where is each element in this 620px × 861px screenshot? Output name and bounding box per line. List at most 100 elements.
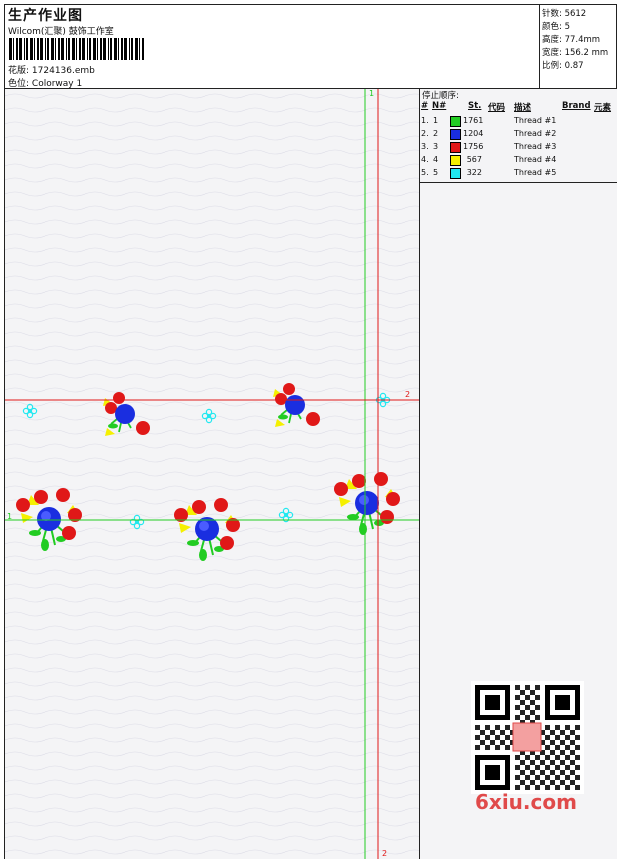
- design-label: 花版:: [8, 66, 30, 76]
- barcode-bar: [45, 38, 46, 60]
- barcode-bar: [37, 38, 39, 60]
- qr-module: [570, 770, 575, 775]
- qr-module: [520, 780, 525, 785]
- guide-label-green-left: 1: [7, 512, 12, 521]
- qr-module: [560, 750, 565, 755]
- qr-module: [550, 750, 555, 755]
- qr-module: [560, 740, 565, 745]
- qr-module: [575, 755, 580, 760]
- qr-module: [525, 755, 530, 760]
- qr-module: [500, 740, 505, 745]
- qr-module: [570, 780, 575, 785]
- qr-module: [565, 775, 570, 780]
- qr-module: [515, 715, 520, 720]
- qr-module: [550, 770, 555, 775]
- qr-code-icon: [471, 681, 584, 794]
- qr-module: [560, 760, 565, 765]
- barcode-bar: [55, 38, 56, 60]
- qr-module: [485, 725, 490, 730]
- qr-module: [515, 765, 520, 770]
- company-name: Wilcom(汇聚) 鼓饰工作室: [8, 27, 114, 37]
- qr-module: [565, 755, 570, 760]
- design-file-line: 花版: 1724136.emb: [8, 63, 95, 76]
- design-canvas: 1 1 2 2: [5, 89, 419, 859]
- qr-module: [505, 725, 510, 730]
- stat-colors: 颜色: 5: [542, 22, 570, 32]
- qr-module: [540, 760, 545, 765]
- barcode-icon: [9, 38, 144, 60]
- col-element: 元素: [594, 103, 612, 113]
- qr-module: [500, 730, 505, 735]
- stop-sequence-title: 停止顺序:: [422, 91, 459, 101]
- qr-module: [515, 685, 520, 690]
- qr-module: [540, 770, 545, 775]
- barcode-bar: [110, 38, 112, 60]
- barcode-bar: [47, 38, 49, 60]
- col-code: 代码: [488, 103, 506, 113]
- qr-module: [550, 740, 555, 745]
- qr-module: [525, 705, 530, 710]
- barcode-bar: [58, 38, 60, 60]
- qr-module: [570, 730, 575, 735]
- barcode-bar: [34, 38, 35, 60]
- guide-label-red-right: 2: [405, 390, 410, 399]
- barcode-bar: [13, 38, 14, 60]
- barcode-bar: [118, 38, 119, 60]
- qr-module: [560, 730, 565, 735]
- barcode-bar: [139, 38, 140, 60]
- barcode-bar: [79, 38, 81, 60]
- thread-color-swatch: [450, 155, 461, 166]
- qr-module: [545, 765, 550, 770]
- qr-module: [570, 740, 575, 745]
- qr-module: [530, 760, 535, 765]
- qr-module: [575, 775, 580, 780]
- col-desc: 描述: [514, 103, 532, 113]
- qr-module: [555, 765, 560, 770]
- qr-module: [570, 750, 575, 755]
- barcode-bar: [89, 38, 91, 60]
- qr-module: [515, 705, 520, 710]
- qr-module: [475, 735, 480, 740]
- col-n: N#: [432, 101, 447, 111]
- barcode-bar: [82, 38, 85, 60]
- qr-module: [540, 780, 545, 785]
- qr-module: [550, 780, 555, 785]
- qr-module: [550, 760, 555, 765]
- qr-module: [475, 745, 480, 750]
- qr-module: [560, 770, 565, 775]
- col-hash: #: [421, 101, 429, 111]
- qr-module: [520, 770, 525, 775]
- qr-module: [570, 760, 575, 765]
- thread-color-swatch: [450, 142, 461, 153]
- qr-module: [575, 765, 580, 770]
- barcode-bar: [26, 38, 28, 60]
- barcode-bar: [142, 38, 144, 60]
- barcode-bar: [103, 38, 106, 60]
- qr-module: [515, 775, 520, 780]
- barcode-bar: [93, 38, 96, 60]
- qr-module: [495, 725, 500, 730]
- qr-module: [575, 735, 580, 740]
- qr-module: [520, 690, 525, 695]
- col-brand: Brand: [562, 101, 591, 111]
- barcode-bar: [129, 38, 130, 60]
- qr-module: [575, 745, 580, 750]
- qr-finder: [485, 695, 500, 710]
- qr-finder: [485, 765, 500, 780]
- page-title: 生产作业图: [8, 8, 83, 24]
- qr-module: [575, 725, 580, 730]
- barcode-bar: [121, 38, 123, 60]
- barcode-bar: [124, 38, 127, 60]
- thread-row: 3. 3 1756 Thread #3: [421, 142, 557, 153]
- qr-module: [535, 685, 540, 690]
- barcode-bar: [135, 38, 138, 60]
- qr-module: [475, 725, 480, 730]
- qr-module: [495, 735, 500, 740]
- barcode-bar: [114, 38, 117, 60]
- barcode-bar: [16, 38, 18, 60]
- barcode-bar: [100, 38, 102, 60]
- barcode-bar: [87, 38, 88, 60]
- qr-center-logo: [512, 722, 542, 752]
- barcode-bar: [131, 38, 133, 60]
- qr-module: [530, 770, 535, 775]
